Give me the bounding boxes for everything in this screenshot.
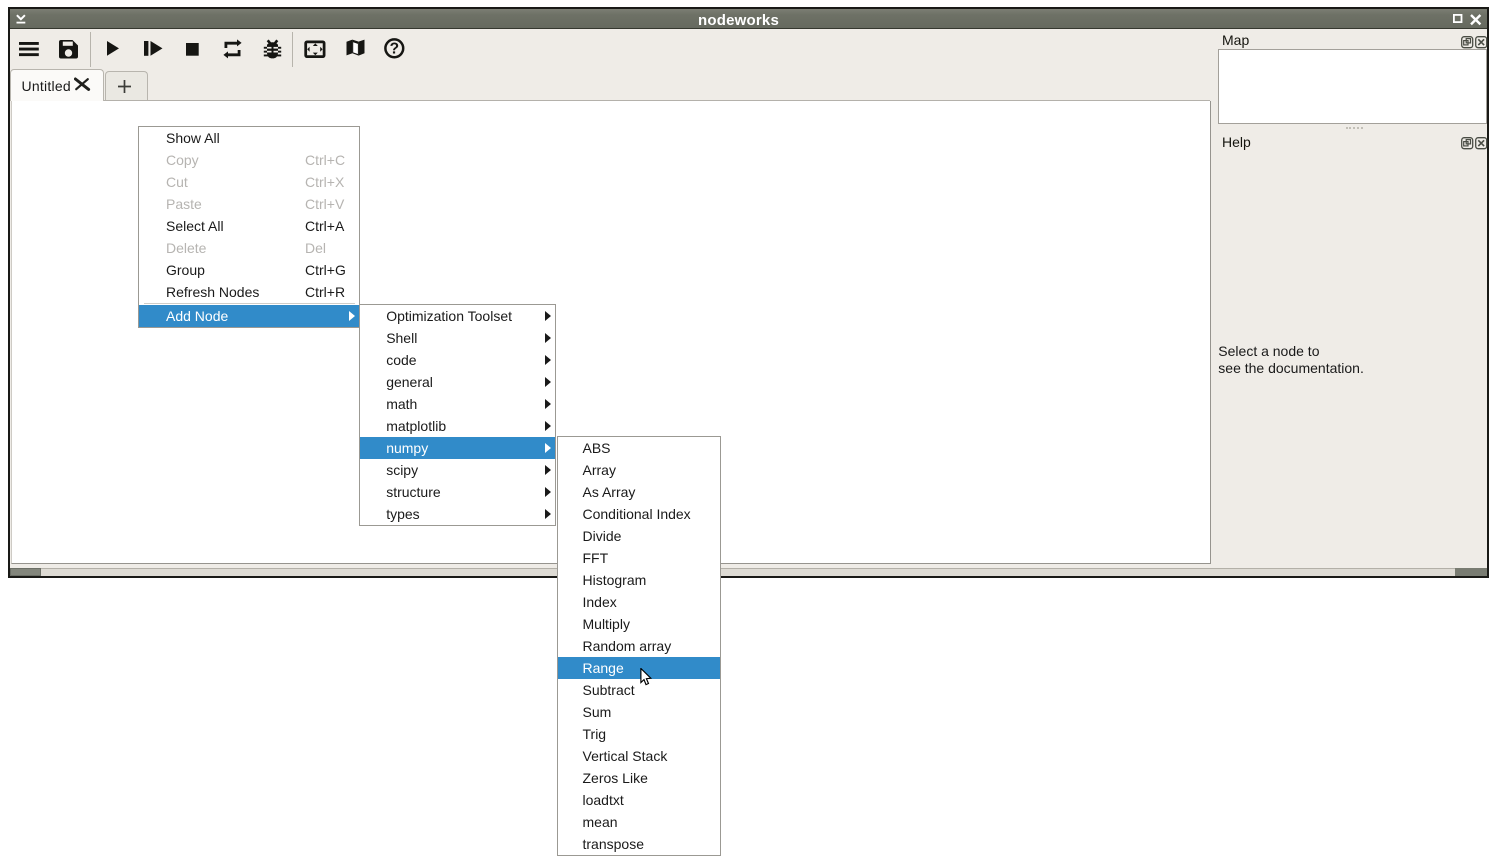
svg-text:?: ? (390, 41, 399, 58)
